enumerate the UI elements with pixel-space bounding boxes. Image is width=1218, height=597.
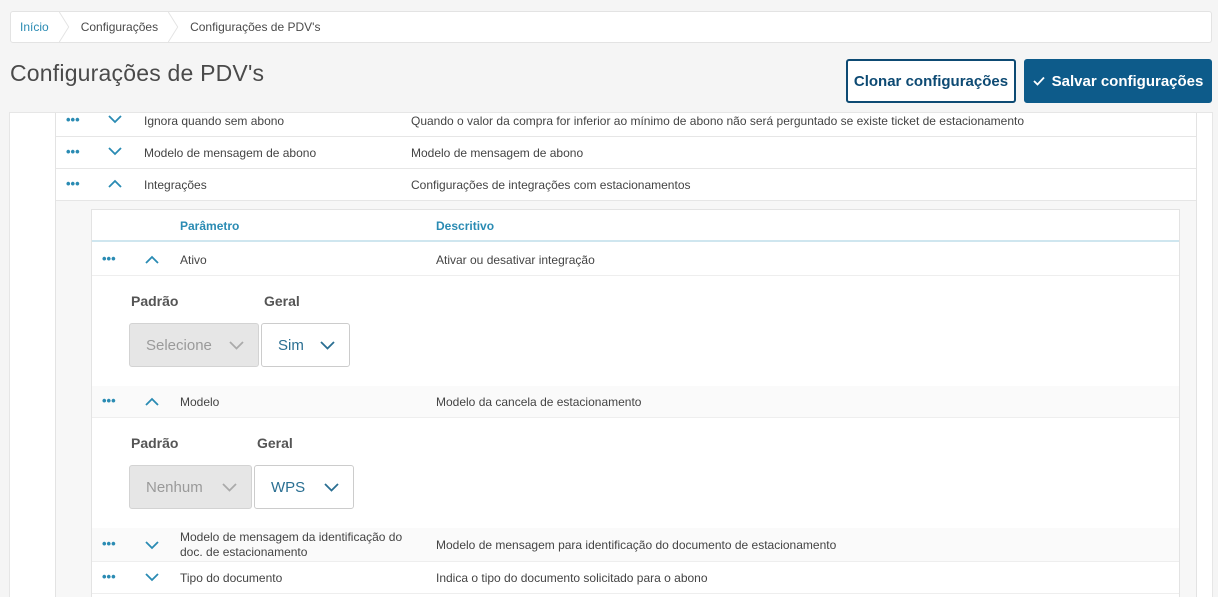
row-name: Modelo: [180, 395, 220, 409]
default-select-value: Nenhum: [146, 478, 203, 496]
breadcrumb-settings-label: Configurações: [80, 20, 159, 34]
chevron-down-icon: [320, 341, 335, 350]
row-name: Integrações: [144, 178, 207, 192]
breadcrumb-home[interactable]: Início: [11, 12, 69, 42]
general-label: Geral: [257, 435, 293, 451]
table-row[interactable]: ••• Tipo do documento Indica o tipo do d…: [92, 562, 1179, 594]
more-dots-icon[interactable]: •••: [66, 144, 80, 159]
breadcrumb-home-label: Início: [20, 20, 49, 34]
column-header-parameter: Parâmetro: [180, 219, 240, 233]
row-description: Configurações de integrações com estacio…: [411, 178, 691, 192]
row-detail: Padrão Geral Nenhum WPS: [92, 418, 1179, 528]
more-dots-icon[interactable]: •••: [102, 569, 116, 584]
default-select: Selecione: [129, 323, 259, 367]
more-dots-icon[interactable]: •••: [102, 393, 116, 408]
row-name: Ignora quando sem abono: [144, 114, 285, 128]
integrations-table: Parâmetro Descritivo ••• Ativo Ativar ou…: [91, 209, 1180, 597]
save-settings-label: Salvar configurações: [1051, 72, 1204, 90]
chevron-down-icon[interactable]: [145, 541, 159, 550]
chevron-down-icon: [324, 483, 339, 492]
row-description: Modelo de mensagem para identificação do…: [436, 538, 837, 552]
chevron-up-icon[interactable]: [145, 255, 159, 264]
general-label: Geral: [264, 293, 300, 309]
general-select[interactable]: Sim: [261, 323, 350, 367]
column-header-description: Descritivo: [436, 219, 495, 233]
row-description: Indica o tipo do documento solicitado pa…: [436, 571, 708, 585]
chevron-up-icon[interactable]: [108, 179, 122, 188]
default-label: Padrão: [131, 293, 179, 309]
more-dots-icon[interactable]: •••: [102, 536, 116, 551]
row-name: Ativo: [180, 253, 207, 267]
row-description: Modelo da cancela de estacionamento: [436, 395, 642, 409]
chevron-down-icon[interactable]: [108, 147, 122, 156]
row-description: Modelo de mensagem de abono: [411, 146, 584, 160]
breadcrumb: Início Configurações Configurações de PD…: [10, 11, 1212, 43]
expanded-section: Parâmetro Descritivo ••• Ativo Ativar ou…: [56, 201, 1196, 597]
clone-settings-label: Clonar configurações: [853, 72, 1009, 90]
save-settings-button[interactable]: Salvar configurações: [1024, 59, 1212, 103]
chevron-down-icon: [229, 341, 244, 350]
row-description: Quando o valor da compra for inferior ao…: [411, 114, 1025, 128]
row-name: Modelo de mensagem da identificação do d…: [180, 530, 403, 559]
row-name: Modelo de mensagem de abono: [144, 146, 317, 160]
breadcrumb-settings[interactable]: Configurações: [65, 12, 179, 42]
chevron-down-icon[interactable]: [145, 573, 159, 582]
settings-table: ••• Ignora quando sem abono Quando o val…: [55, 113, 1197, 597]
chevron-up-icon[interactable]: [145, 397, 159, 406]
more-dots-icon[interactable]: •••: [102, 251, 116, 266]
more-dots-icon[interactable]: •••: [66, 113, 80, 127]
table-row[interactable]: ••• Ativo Ativar ou desativar integração: [92, 244, 1179, 276]
chevron-down-icon: [222, 483, 237, 492]
clone-settings-button[interactable]: Clonar configurações: [846, 59, 1016, 103]
breadcrumb-current-label: Configurações de PDV's: [190, 20, 321, 34]
more-dots-icon[interactable]: •••: [66, 176, 80, 191]
table-row[interactable]: ••• Modelo de mensagem da identificação …: [92, 528, 1179, 562]
general-select-value: Sim: [278, 336, 304, 354]
table-header: Parâmetro Descritivo: [92, 210, 1179, 242]
general-select[interactable]: WPS: [254, 465, 354, 509]
settings-panel: ••• Ignora quando sem abono Quando o val…: [9, 112, 1213, 597]
table-row[interactable]: ••• Ignora quando sem abono Quando o val…: [56, 113, 1196, 137]
default-select: Nenhum: [129, 465, 252, 509]
default-label: Padrão: [131, 435, 179, 451]
row-name: Tipo do documento: [180, 571, 283, 585]
page-title: Configurações de PDV's: [10, 60, 265, 86]
row-description: Ativar ou desativar integração: [436, 253, 595, 267]
table-row[interactable]: ••• Integrações Configurações de integra…: [56, 169, 1196, 201]
default-select-value: Selecione: [146, 336, 212, 354]
check-icon: [1032, 76, 1045, 86]
table-row[interactable]: ••• Modelo de mensagem de abono Modelo d…: [56, 137, 1196, 169]
general-select-value: WPS: [271, 478, 306, 496]
chevron-down-icon[interactable]: [108, 115, 122, 124]
breadcrumb-current: Configurações de PDV's: [174, 12, 336, 42]
table-row[interactable]: ••• Modelo Modelo da cancela de estacion…: [92, 386, 1179, 418]
row-detail: Padrão Geral Selecione Sim: [92, 276, 1179, 386]
